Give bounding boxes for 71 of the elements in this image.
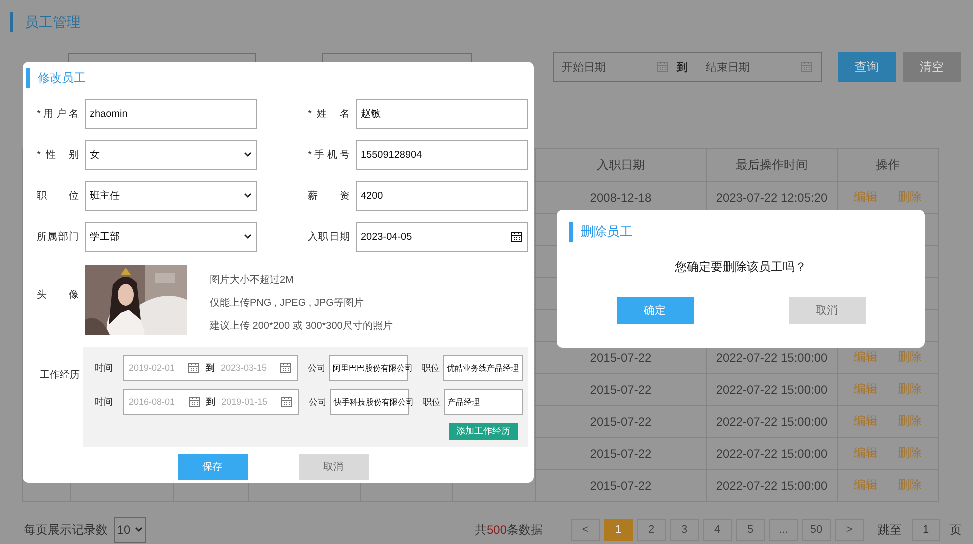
field-label: 职 位 [37, 190, 79, 203]
field-label: 时间 [95, 396, 113, 408]
caret-icon [134, 527, 143, 533]
search-button[interactable]: 查询 [838, 52, 896, 82]
upload-hint: 建议上传 200*200 或 300*300尺寸的照片 [210, 320, 393, 334]
date-field[interactable]: 2023-04-05 [356, 222, 528, 252]
column-header: 最后操作时间 [706, 148, 838, 182]
caret-icon [244, 193, 252, 199]
field-label: 公司 [308, 362, 326, 374]
jump-label: 跳至 [878, 522, 902, 538]
page-size-select[interactable]: 10 [114, 517, 146, 543]
select-field[interactable]: 班主任 [85, 181, 257, 211]
input-field[interactable]: 产品经理 [444, 389, 523, 415]
confirm-button[interactable]: 确定 [616, 297, 694, 324]
table-cell: 2022-07-22 15:00:00 [706, 374, 838, 406]
page-size-label: 每页展示记录数 [24, 522, 108, 538]
dialog-title: 删除员工 [569, 222, 633, 242]
page-button[interactable]: < [571, 519, 600, 541]
caret-icon [244, 234, 252, 240]
field-label: *用户名 [37, 108, 79, 121]
page-button[interactable]: 2 [637, 519, 666, 541]
page-button[interactable]: 3 [670, 519, 700, 541]
page-button[interactable]: 1 [604, 519, 634, 541]
caret-icon [244, 152, 252, 158]
input-field[interactable]: 15509128904 [356, 140, 528, 170]
input-field[interactable]: 优酷业务线产品经理 [443, 355, 523, 381]
field-label: 入职日期 [308, 230, 350, 244]
table-cell: 2022-07-22 15:00:00 [706, 470, 838, 502]
field-label: *姓 名 [308, 108, 350, 121]
select-field[interactable]: 女 [85, 140, 257, 170]
page-button[interactable]: > [835, 519, 864, 541]
clear-button[interactable]: 清空 [903, 52, 961, 82]
page-button[interactable]: 4 [703, 519, 732, 541]
field-label: 所属部门 [37, 230, 79, 244]
cancel-button[interactable]: 取消 [788, 297, 866, 324]
field-label: 时间 [95, 362, 113, 374]
table-cell: 2022-07-22 15:00:00 [706, 406, 838, 438]
input-field[interactable]: 4200 [356, 181, 528, 211]
field-label: 薪 资 [308, 190, 350, 203]
calendar-icon[interactable] [511, 231, 523, 243]
dialog-message: 您确定要删除该员工吗？ [674, 259, 808, 276]
page-title: 员工管理 [10, 12, 81, 32]
field-label: 头 像 [37, 288, 79, 303]
total-count-text: 共500条数据 [475, 522, 544, 538]
upload-hint: 仅能上传PNG , JPEG , JPG等图片 [210, 296, 365, 311]
table-cell: 2015-07-22 [536, 438, 706, 470]
table-cell: 2015-07-22 [536, 406, 706, 438]
table-cell: 2022-07-22 15:00:00 [706, 438, 838, 470]
cancel-button[interactable]: 取消 [298, 454, 368, 480]
page-button[interactable]: 50 [802, 519, 832, 541]
field-label: 工作经历 [40, 369, 80, 383]
field-label: 职位 [423, 396, 442, 408]
page-input[interactable]: 1 [912, 519, 940, 541]
column-header: 入职日期 [536, 148, 706, 182]
dialog-title: 修改员工 [26, 68, 86, 88]
column-header: 操作 [838, 148, 938, 182]
upload-hint: 图片大小不超过2M [210, 274, 295, 288]
add-experience-button[interactable]: 添加工作经历 [449, 423, 518, 440]
field-label: 公司 [309, 396, 328, 408]
page-button[interactable]: ... [769, 519, 798, 541]
field-label: 职位 [422, 362, 440, 374]
select-field[interactable]: 学工部 [85, 222, 257, 252]
save-button[interactable]: 保存 [178, 454, 248, 480]
input-field[interactable]: 赵敏 [356, 99, 528, 129]
table-cell: 2015-07-22 [536, 470, 706, 502]
page-button[interactable]: 5 [736, 519, 766, 541]
table-cell: 2015-07-22 [536, 374, 706, 406]
input-field[interactable]: zhaomin [85, 99, 257, 129]
field-label: *性 别 [37, 148, 79, 162]
page-unit-label: 页 [950, 522, 962, 538]
field-label: *手机号 [308, 148, 350, 162]
